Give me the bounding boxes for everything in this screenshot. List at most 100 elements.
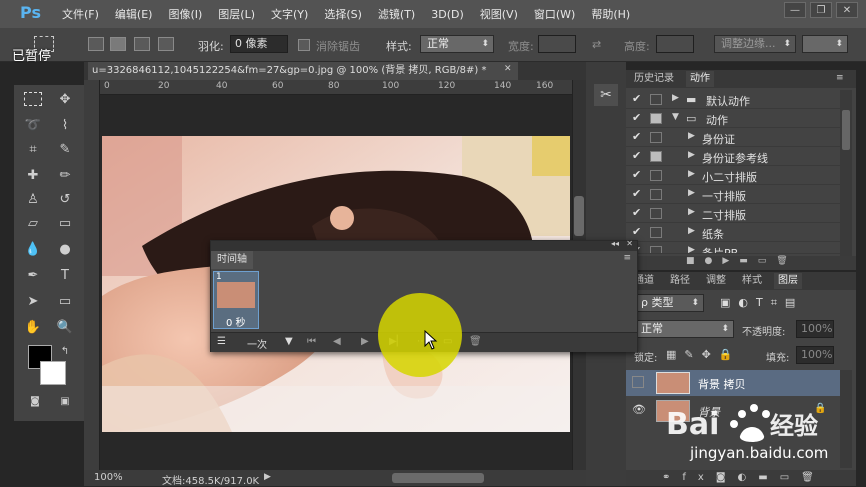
check-icon[interactable]: ✔: [632, 187, 641, 200]
collapse-icon[interactable]: ▼: [672, 112, 679, 122]
opacity-input[interactable]: 100%: [796, 320, 834, 338]
swap-colors-icon[interactable]: ↰: [54, 341, 76, 361]
tool-presets-icon[interactable]: ✂: [594, 84, 618, 106]
layer-name[interactable]: 背景 拷贝: [698, 376, 746, 392]
close-document-icon[interactable]: ✕: [504, 64, 512, 74]
dialog-toggle[interactable]: [650, 246, 662, 253]
history-brush-tool-icon[interactable]: ↺: [54, 189, 76, 209]
menu-filter[interactable]: 滤镜(T): [370, 6, 423, 22]
width-input[interactable]: [538, 35, 576, 53]
actions-footer-buttons[interactable]: ■●▶▬▭🗑: [626, 256, 856, 270]
crop-tool-icon[interactable]: ⌗: [22, 139, 44, 159]
tab-adjustments[interactable]: 调整: [702, 273, 730, 289]
dialog-toggle[interactable]: [650, 208, 662, 219]
eye-icon[interactable]: 👁: [632, 403, 646, 416]
status-menu-icon[interactable]: ▶: [264, 472, 271, 482]
expand-icon[interactable]: ▶: [688, 245, 695, 253]
action-row[interactable]: ✔ ▶ 小二寸排版: [626, 166, 840, 185]
tab-styles[interactable]: 样式: [738, 273, 766, 289]
lock-icons[interactable]: ▦✎✥🔒: [666, 348, 741, 361]
first-frame-icon[interactable]: ⏮: [307, 336, 316, 347]
menu-window[interactable]: 窗口(W): [526, 6, 583, 22]
menu-3d[interactable]: 3D(D): [423, 8, 472, 21]
feather-input[interactable]: 0 像素: [230, 35, 288, 53]
panel-menu-icon[interactable]: ≡: [623, 253, 631, 263]
rect-marquee-tool-icon[interactable]: [24, 92, 42, 106]
dialog-toggle[interactable]: [650, 151, 662, 162]
check-icon[interactable]: ✔: [632, 111, 641, 124]
panel-menu-icon[interactable]: ≡: [836, 73, 844, 83]
tab-actions[interactable]: 动作: [686, 71, 714, 87]
quick-selection-tool-icon[interactable]: ⌇: [54, 115, 76, 135]
vertical-scrollbar-thumb[interactable]: [574, 196, 584, 236]
layers-footer-buttons[interactable]: ⚭fx◙◐▬▭🗑: [626, 470, 856, 486]
delete-frame-icon[interactable]: 🗑: [469, 336, 482, 347]
menu-layer[interactable]: 图层(L): [210, 6, 263, 22]
action-set-row[interactable]: ✔ ▼ ▭ 动作: [626, 109, 840, 128]
zoom-level[interactable]: 100%: [94, 472, 123, 483]
expand-icon[interactable]: ▶: [688, 226, 695, 236]
frame-delay[interactable]: 0 秒: [226, 314, 246, 329]
action-row[interactable]: ✔ ▶ 一寸排版: [626, 185, 840, 204]
antialias-checkbox[interactable]: [298, 39, 310, 51]
check-icon[interactable]: ✔: [632, 92, 641, 105]
menu-image[interactable]: 图像(I): [160, 6, 210, 22]
workspace-select[interactable]: [802, 35, 848, 53]
type-tool-icon[interactable]: T: [54, 265, 76, 285]
close-button[interactable]: ✕: [836, 2, 858, 18]
style-select[interactable]: 正常: [420, 35, 494, 53]
dodge-tool-icon[interactable]: ●: [54, 239, 76, 259]
blend-mode-select[interactable]: 正常: [634, 320, 734, 338]
layer-filter-select[interactable]: ρ 类型: [634, 294, 704, 312]
check-icon[interactable]: ✔: [632, 225, 641, 238]
menu-select[interactable]: 选择(S): [316, 6, 370, 22]
expand-icon[interactable]: ▶: [672, 93, 679, 103]
expand-icon[interactable]: ▶: [688, 188, 695, 198]
check-icon[interactable]: ✔: [632, 130, 641, 143]
expand-icon[interactable]: ▶: [688, 207, 695, 217]
action-set-row[interactable]: ✔ ▶ ▬ 默认动作: [626, 90, 840, 109]
fill-input[interactable]: 100%: [796, 346, 834, 364]
previous-frame-icon[interactable]: ◀: [333, 336, 341, 347]
action-row[interactable]: ✔ ▶ 身份证: [626, 128, 840, 147]
dialog-toggle[interactable]: [650, 94, 662, 105]
menu-help[interactable]: 帮助(H): [583, 6, 638, 22]
height-input[interactable]: [656, 35, 694, 53]
shape-tool-icon[interactable]: ▭: [54, 291, 76, 311]
dialog-toggle[interactable]: [650, 132, 662, 143]
clone-stamp-tool-icon[interactable]: ♙: [22, 189, 44, 209]
quick-mask-icon[interactable]: ◙: [24, 391, 46, 411]
actions-scrollbar[interactable]: [840, 90, 852, 256]
expand-icon[interactable]: ▶: [688, 169, 695, 179]
visibility-toggle[interactable]: [632, 376, 644, 388]
action-row[interactable]: ✔ ▶ 身份证参考线: [626, 147, 840, 166]
hand-tool-icon[interactable]: ✋: [22, 317, 44, 337]
dialog-toggle[interactable]: [650, 227, 662, 238]
menu-type[interactable]: 文字(Y): [263, 6, 316, 22]
dialog-toggle[interactable]: [650, 170, 662, 181]
expand-icon[interactable]: ▶: [688, 150, 695, 160]
eraser-tool-icon[interactable]: ▱: [22, 213, 44, 233]
action-row[interactable]: ✔ ▶ 二寸排版: [626, 204, 840, 223]
minimize-button[interactable]: —: [784, 2, 806, 18]
animation-frame[interactable]: 1 0 秒: [213, 271, 259, 329]
action-row[interactable]: ✔ ▶ 条片PB: [626, 242, 840, 254]
background-color-swatch[interactable]: [40, 361, 66, 385]
new-selection-icon[interactable]: [88, 37, 104, 51]
check-icon[interactable]: ✔: [632, 206, 641, 219]
timeline-titlebar[interactable]: ◂◂ ✕: [211, 239, 637, 251]
screen-mode-icon[interactable]: ▣: [54, 391, 76, 411]
blur-tool-icon[interactable]: 💧: [22, 239, 44, 259]
menu-view[interactable]: 视图(V): [472, 6, 526, 22]
layer-filter-icons[interactable]: ▣◐T⌗▤: [720, 296, 803, 310]
action-row[interactable]: ✔ ▶ 纸条: [626, 223, 840, 242]
close-panel-icon[interactable]: ✕: [626, 239, 633, 248]
gradient-tool-icon[interactable]: ▭: [54, 213, 76, 233]
expand-icon[interactable]: ▶: [688, 131, 695, 141]
intersect-selection-icon[interactable]: [158, 37, 174, 51]
tab-layers[interactable]: 图层: [774, 273, 802, 289]
menu-edit[interactable]: 编辑(E): [107, 6, 161, 22]
pen-tool-icon[interactable]: ✒: [22, 265, 44, 285]
swap-icon[interactable]: ⇄: [592, 38, 601, 51]
loop-select[interactable]: 一次: [247, 336, 267, 351]
